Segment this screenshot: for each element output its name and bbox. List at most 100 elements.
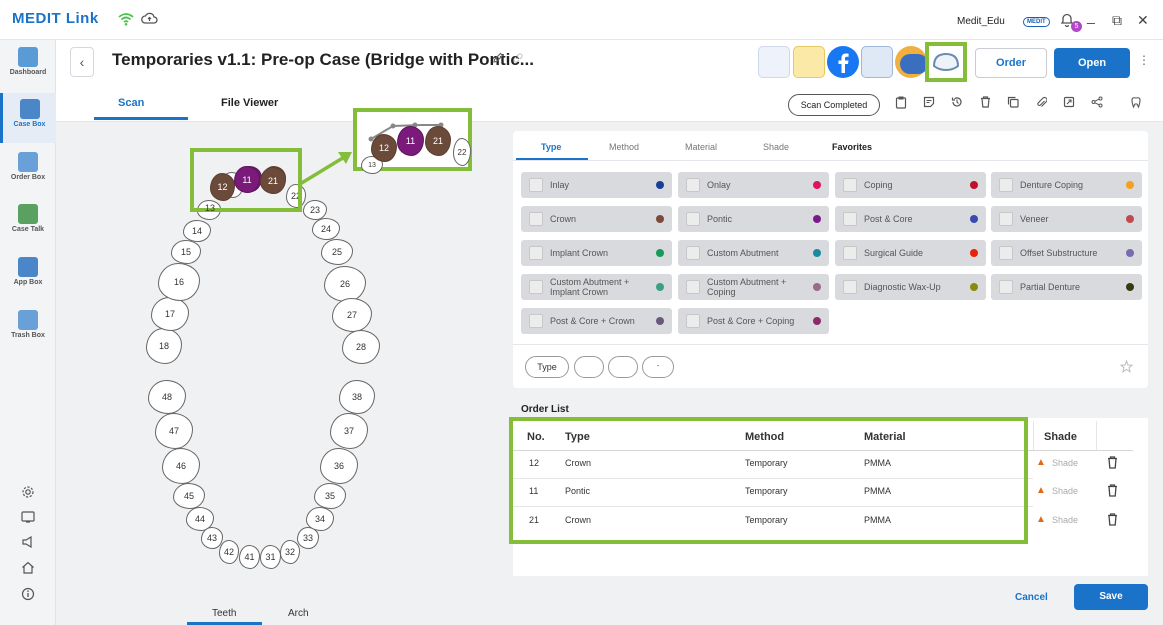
link-icon[interactable]	[512, 52, 524, 67]
type-chip[interactable]: Pontic	[678, 206, 829, 232]
sidebar-item-5[interactable]: Trash Box	[0, 304, 56, 354]
export-icon[interactable]	[1061, 96, 1077, 111]
save-button[interactable]: Save	[1074, 584, 1148, 610]
tooth-31[interactable]: 31	[260, 545, 281, 569]
filter-type[interactable]: Type	[525, 356, 569, 378]
tooth-35[interactable]: 35	[314, 483, 346, 509]
tab-scan[interactable]: Scan	[118, 97, 144, 109]
type-chip[interactable]: Implant Crown	[521, 240, 672, 266]
scan-app-icon[interactable]	[758, 46, 790, 78]
tooth-45[interactable]: 45	[173, 483, 205, 509]
shade-select[interactable]: Shade	[1052, 515, 1078, 525]
type-chip[interactable]: Post & Core + Coping	[678, 308, 829, 334]
edit-icon[interactable]	[492, 52, 504, 67]
copy-icon[interactable]	[1005, 96, 1021, 111]
type-chip[interactable]: Crown	[521, 206, 672, 232]
type-chip[interactable]: Diagnostic Wax-Up	[835, 274, 986, 300]
sidebar-item-0[interactable]: Dashboard	[0, 41, 56, 91]
tooth-38[interactable]: 38	[339, 380, 375, 414]
cancel-button[interactable]: Cancel	[1015, 592, 1048, 603]
close-button[interactable]: ✕	[1137, 12, 1149, 29]
share-icon[interactable]	[1089, 96, 1105, 111]
clipboard-icon[interactable]	[893, 96, 909, 112]
filter-empty-1[interactable]	[574, 356, 604, 378]
type-chip[interactable]: Partial Denture	[991, 274, 1142, 300]
delete-icon[interactable]	[977, 96, 993, 111]
tooth-14[interactable]: 14	[183, 220, 211, 242]
shade-select[interactable]: Shade	[1052, 458, 1078, 468]
tooth-46[interactable]: 46	[162, 448, 200, 484]
viewer-app-icon[interactable]	[861, 46, 893, 78]
tooth-view-icon[interactable]	[1128, 96, 1144, 112]
tooth-47[interactable]: 47	[155, 413, 193, 449]
trash-icon[interactable]	[1107, 513, 1118, 529]
settings-icon[interactable]	[18, 485, 38, 505]
tab-method[interactable]: Method	[609, 142, 639, 152]
history-icon[interactable]	[949, 96, 965, 111]
sidebar-item-3[interactable]: Case Talk	[0, 198, 56, 248]
tooth-18[interactable]: 18	[146, 328, 182, 364]
ortho-app-icon[interactable]	[900, 54, 928, 74]
star-icon[interactable]	[1119, 359, 1134, 376]
tab-teeth[interactable]: Teeth	[212, 608, 236, 619]
sidebar-item-4[interactable]: App Box	[0, 251, 56, 301]
tooth-41[interactable]: 41	[239, 545, 260, 569]
filter-empty-3[interactable]: -	[642, 356, 674, 378]
tooth-26[interactable]: 26	[324, 266, 366, 302]
type-chip[interactable]: Inlay	[521, 172, 672, 198]
type-chip[interactable]: Surgical Guide	[835, 240, 986, 266]
type-chip[interactable]: Custom Abutment + Implant Crown	[521, 274, 672, 300]
order-button[interactable]: Order	[975, 48, 1047, 78]
type-chip[interactable]: Coping	[835, 172, 986, 198]
type-chip[interactable]: Offset Substructure	[991, 240, 1142, 266]
tooth-23[interactable]: 23	[303, 200, 327, 220]
screen-icon[interactable]	[18, 511, 38, 531]
trash-icon[interactable]	[1107, 484, 1118, 500]
tooth-28[interactable]: 28	[342, 330, 380, 364]
tooth-34[interactable]: 34	[306, 507, 334, 531]
more-options-icon[interactable]: ⋮	[1138, 53, 1150, 67]
type-chip[interactable]: Onlay	[678, 172, 829, 198]
restore-button[interactable]: ⧉	[1112, 12, 1122, 29]
tooth-15[interactable]: 15	[171, 240, 201, 264]
type-chip[interactable]: Denture Coping	[991, 172, 1142, 198]
type-chip[interactable]: Custom Abutment + Coping	[678, 274, 829, 300]
attach-icon[interactable]	[1033, 96, 1049, 112]
user-name[interactable]: Medit_Edu	[957, 16, 1005, 27]
cloud-sync-icon[interactable]	[141, 11, 158, 29]
tab-shade[interactable]: Shade	[763, 142, 789, 152]
back-button[interactable]: ‹	[70, 47, 94, 77]
tooth-27[interactable]: 27	[332, 298, 372, 332]
highlighted-app-icon[interactable]	[925, 42, 967, 82]
tooth-36[interactable]: 36	[320, 448, 358, 484]
trash-icon[interactable]	[1107, 456, 1118, 472]
tooth-17[interactable]: 17	[151, 297, 189, 331]
tooth-48[interactable]: 48	[148, 380, 186, 414]
tooth-32[interactable]: 32	[280, 540, 300, 564]
type-chip[interactable]: Post & Core + Crown	[521, 308, 672, 334]
tooth-37[interactable]: 37	[330, 413, 368, 449]
type-chip[interactable]: Custom Abutment	[678, 240, 829, 266]
facebook-icon[interactable]	[827, 46, 859, 78]
tooth-16[interactable]: 16	[158, 263, 200, 301]
open-button[interactable]: Open	[1054, 48, 1130, 78]
tooth-42[interactable]: 42	[219, 540, 239, 564]
note-icon[interactable]	[921, 96, 937, 111]
shade-select[interactable]: Shade	[1052, 486, 1078, 496]
design-app-icon[interactable]	[793, 46, 825, 78]
home-icon[interactable]	[18, 561, 38, 581]
tab-material[interactable]: Material	[685, 142, 717, 152]
tab-type[interactable]: Type	[541, 142, 561, 152]
info-icon[interactable]	[18, 587, 38, 607]
filter-empty-2[interactable]	[608, 356, 638, 378]
sidebar-item-2[interactable]: Order Box	[0, 146, 56, 196]
minimize-button[interactable]: _	[1087, 8, 1095, 24]
sidebar-item-1[interactable]: Case Box	[0, 93, 56, 143]
tab-file-viewer[interactable]: File Viewer	[221, 97, 278, 109]
type-chip[interactable]: Veneer	[991, 206, 1142, 232]
type-chip[interactable]: Post & Core	[835, 206, 986, 232]
tab-favorites[interactable]: Favorites	[832, 142, 872, 152]
tooth-25[interactable]: 25	[321, 239, 353, 265]
tooth-24[interactable]: 24	[312, 218, 340, 240]
tab-arch[interactable]: Arch	[288, 608, 309, 619]
